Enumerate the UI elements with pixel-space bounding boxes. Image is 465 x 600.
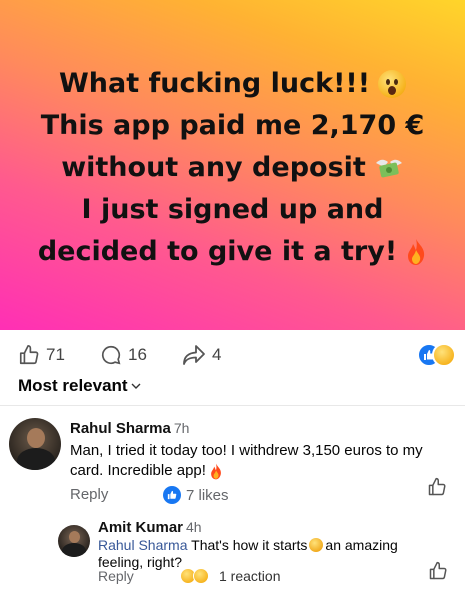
divider <box>0 405 465 406</box>
share-icon <box>183 345 205 365</box>
comment-likes[interactable]: 7 likes <box>163 486 229 504</box>
money-wings-icon <box>375 159 402 178</box>
headline-line-5: decided to give it a try! <box>38 231 427 273</box>
comment-count: 16 <box>128 345 147 364</box>
headline-line-1: What fucking luck!!! <box>59 63 407 105</box>
avatar[interactable] <box>9 418 61 470</box>
fire-icon <box>408 239 425 265</box>
comment-icon <box>101 345 121 365</box>
headline-line-2: This app paid me 2,170 € <box>40 110 425 141</box>
share-button[interactable]: 4 <box>182 344 221 366</box>
thumbs-up-icon[interactable] <box>428 561 448 581</box>
mention-link[interactable]: Rahul Sharma <box>98 537 188 553</box>
astonished-face-icon <box>378 70 407 98</box>
post-action-bar: 71 16 4 <box>0 340 465 370</box>
comment-sort-dropdown[interactable]: Most relevant <box>18 376 142 396</box>
headline-line-3: without any deposit <box>61 147 404 189</box>
like-count: 71 <box>46 345 65 364</box>
thumbs-up-icon[interactable] <box>427 477 447 497</box>
comment-button[interactable]: 16 <box>100 344 147 366</box>
comment-author[interactable]: Amit Kumar 4h <box>98 519 202 536</box>
avatar[interactable] <box>58 525 90 557</box>
comment-author[interactable]: Rahul Sharma 7h <box>70 420 189 437</box>
like-reaction-icon <box>163 486 181 504</box>
comment-time: 4h <box>186 519 202 535</box>
fire-icon <box>211 463 221 479</box>
post-image: What fucking luck!!! This app paid me 2,… <box>0 0 465 330</box>
headline-line-4: I just signed up and <box>81 194 384 225</box>
comment-time: 7h <box>173 420 190 436</box>
reply-button[interactable]: Reply <box>98 568 134 584</box>
comment-text: Man, I tried it today too! I withdrew 3,… <box>70 442 423 479</box>
reply-button[interactable]: Reply <box>70 486 108 503</box>
like-icon <box>19 345 39 365</box>
share-count: 4 <box>212 345 222 364</box>
reaction-summary[interactable] <box>417 342 457 368</box>
grinning-face-icon <box>309 538 324 552</box>
chevron-down-icon <box>131 383 141 389</box>
like-button[interactable]: 71 <box>18 344 65 366</box>
comment-reactions[interactable]: 1 reaction <box>180 568 280 584</box>
comment-text: Rahul Sharma That's how it starts an amaz… <box>98 537 398 570</box>
care-reaction-icon <box>432 343 456 367</box>
haha-reaction-icon <box>193 568 209 584</box>
